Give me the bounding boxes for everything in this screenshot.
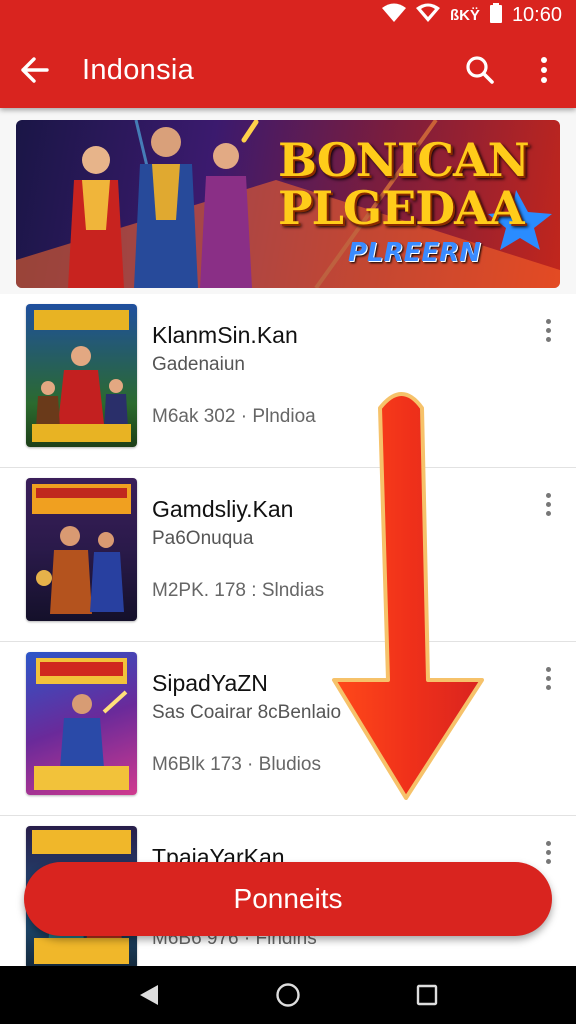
game-thumbnail — [26, 304, 137, 447]
primary-action-button[interactable]: Ponneits — [24, 862, 552, 936]
more-vert-icon — [541, 57, 547, 83]
featured-banner[interactable]: BONICAN PLGEDAA PLREERN — [16, 120, 560, 288]
nav-home-button[interactable] — [258, 966, 318, 1024]
banner-title-line2: PLGEDAA — [278, 181, 525, 235]
item-overflow-button[interactable] — [536, 488, 560, 520]
back-arrow-icon — [21, 57, 49, 83]
nav-back-button[interactable] — [119, 966, 179, 1024]
overflow-menu-button[interactable] — [512, 38, 576, 102]
banner-text: BONICAN PLGEDAA PLREERN — [278, 136, 558, 268]
battery-icon — [489, 2, 502, 28]
thumbnail-art — [34, 658, 129, 790]
item-overflow-button[interactable] — [536, 314, 560, 346]
game-title: KlanmSin.Kan — [152, 322, 298, 348]
list-item[interactable]: SipadYaZN Sas Coairar 8cBenlaio M6Blk 17… — [0, 642, 576, 816]
more-vert-icon — [545, 666, 551, 672]
more-vert-icon — [545, 492, 551, 498]
list-item[interactable]: Gamdsliy.Kan Pa6Onuqua M2PK. 178 : Slndi… — [0, 468, 576, 642]
search-button[interactable] — [448, 38, 512, 102]
game-meta: M6Blk 173 · Bludios — [152, 754, 321, 775]
primary-action-label: Ponneits — [233, 883, 343, 914]
nav-back-icon — [140, 985, 159, 1005]
system-nav-bar — [0, 966, 576, 1024]
page-title: Indonsia — [82, 53, 195, 86]
app-screen: ßKŸ 10:60 Indonsia BONICAN PLGEDAA PLREE… — [0, 0, 576, 1024]
more-vert-icon — [545, 318, 551, 324]
thumbnail-art — [32, 310, 131, 442]
banner-subtitle: PLREERN — [348, 238, 481, 268]
search-icon — [466, 56, 494, 84]
signal-icon — [415, 3, 440, 28]
game-meta: M6ak 302 · Plndioa — [152, 406, 316, 427]
game-subtitle: Pa6Onuqua — [152, 528, 254, 549]
game-thumbnail — [26, 652, 137, 795]
game-meta: M2PK. 178 : Slndias — [152, 580, 325, 601]
app-bar: ßKŸ 10:60 Indonsia — [0, 0, 576, 108]
nav-recents-button[interactable] — [397, 966, 457, 1024]
nav-recents-icon — [416, 984, 437, 1006]
status-bar: ßKŸ 10:60 — [0, 0, 576, 30]
wifi-icon — [381, 3, 406, 28]
nav-home-icon — [276, 983, 300, 1007]
content-area: BONICAN PLGEDAA PLREERN KlanmSin.Kan Gad… — [0, 108, 576, 966]
more-vert-icon — [545, 840, 551, 846]
item-overflow-button[interactable] — [536, 836, 560, 868]
toolbar: Indonsia — [0, 38, 576, 102]
game-title: SipadYaZN — [152, 670, 268, 696]
carrier-label: ßKŸ — [449, 6, 480, 24]
back-button[interactable] — [0, 38, 70, 102]
game-subtitle: Sas Coairar 8cBenlaio — [152, 702, 342, 723]
thumbnail-art — [32, 484, 131, 614]
status-time: 10:60 — [511, 3, 562, 26]
game-title: Gamdsliy.Kan — [152, 496, 294, 522]
game-subtitle: Gadenaiun — [152, 354, 245, 375]
item-overflow-button[interactable] — [536, 662, 560, 694]
list-item[interactable]: KlanmSin.Kan Gadenaiun M6ak 302 · Plndio… — [0, 294, 576, 468]
game-thumbnail — [26, 478, 137, 621]
banner-title-line1: BONICAN — [278, 133, 530, 187]
